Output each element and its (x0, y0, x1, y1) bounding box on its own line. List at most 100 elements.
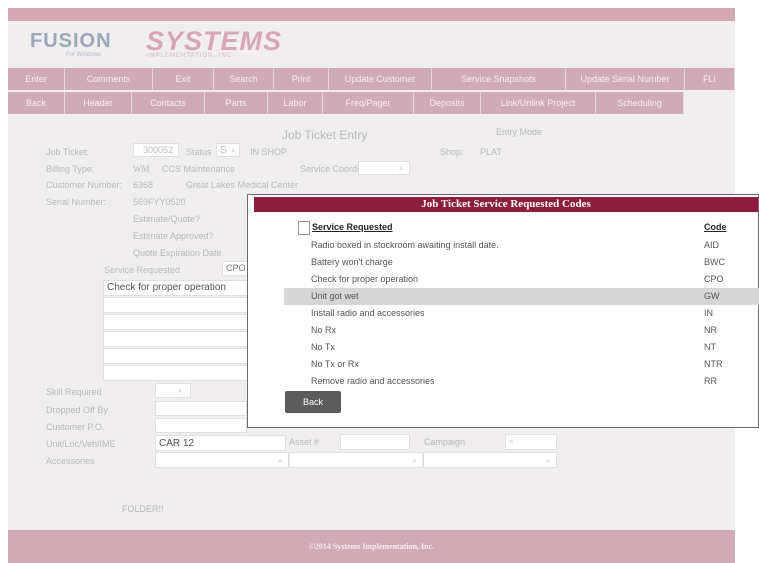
comments-button[interactable]: Comments (65, 68, 153, 90)
skill-required-label: Skill Required (46, 387, 102, 397)
code-row-selected[interactable]: Unit got wet GW (284, 288, 759, 305)
code-row-code: AID (704, 240, 720, 250)
systems-sub: IMPLEMENTATION, INC. (147, 53, 235, 59)
service-text-line-6[interactable] (103, 365, 250, 381)
folder-label: FOLDER!! (122, 504, 164, 514)
status-text: IN SHOP (250, 147, 288, 157)
code-row[interactable]: Radio boxed in stockroom awaiting instal… (284, 237, 759, 254)
customer-po-field[interactable] (155, 418, 247, 433)
code-row[interactable]: No Tx NT (284, 339, 759, 356)
shop-value: PLAT (480, 147, 502, 157)
service-requested-header: Service Requested (312, 222, 393, 232)
estimate-approved-label: Estimate Approved? (133, 231, 214, 241)
customer-po-label: Customer P.O. (46, 422, 105, 432)
code-row-desc: Check for proper operation (311, 274, 419, 284)
service-text-line-2[interactable] (103, 297, 250, 313)
customer-number-label: Customer Number: (46, 180, 123, 190)
parts-button[interactable]: Parts (205, 92, 268, 114)
deposits-button[interactable]: Deposits (414, 92, 481, 114)
code-row-code: NTR (704, 359, 723, 369)
job-ticket-label: Job Ticket: (46, 147, 90, 157)
code-row-code: BWC (704, 257, 725, 267)
code-row[interactable]: No Rx NR (284, 322, 759, 339)
back-button[interactable]: Back (285, 391, 341, 413)
accessories-field-1[interactable]: ⌕ (155, 452, 289, 468)
dropped-off-label: Dropped Off By (46, 405, 108, 415)
customer-name: Great Lakes Medical Center (186, 180, 299, 190)
service-requested-label: Service Requested (104, 265, 181, 275)
code-row[interactable]: Check for proper operation CPO (284, 271, 759, 288)
accessories-field-3[interactable]: ⌕ (423, 452, 557, 468)
service-text-line-3[interactable] (103, 314, 250, 330)
coordinator-search-icon[interactable]: ⌕ (399, 164, 403, 174)
status-field[interactable]: S ⌕ (216, 143, 240, 157)
form-title: Job Ticket Entry (282, 128, 368, 142)
update-serial-number-button[interactable]: Update Serial Number (566, 68, 685, 90)
fli-button[interactable]: FLI (685, 68, 735, 90)
customer-number: 6368 (133, 180, 154, 190)
dropped-off-field[interactable] (155, 401, 247, 416)
accessories-search-icon-2[interactable]: ⌕ (412, 456, 416, 466)
billing-type-label: Billing Type: (46, 164, 95, 174)
code-row[interactable]: No Tx or Rx NTR (284, 356, 759, 373)
service-snapshots-button[interactable]: Service Snapshots (432, 68, 566, 90)
asset-field[interactable] (340, 434, 410, 450)
billing-code: WM (133, 164, 150, 174)
status-label: Status (186, 147, 212, 157)
select-all-checkbox[interactable] (298, 221, 310, 235)
scheduling-button[interactable]: Scheduling (596, 92, 684, 114)
skill-required-field[interactable]: ⌕ (155, 383, 191, 398)
code-row-desc: Install radio and accessories (311, 308, 425, 318)
header-button[interactable]: Header (65, 92, 132, 114)
service-text-line-4[interactable] (103, 331, 250, 347)
accessories-field-2[interactable]: ⌕ (289, 452, 423, 468)
code-row-code: IN (704, 308, 713, 318)
code-row-code: GW (704, 291, 720, 301)
service-text-line-5[interactable] (103, 348, 250, 364)
service-text-line-1[interactable]: Check for proper operation (103, 280, 250, 296)
code-row[interactable]: Remove radio and accessories RR (284, 373, 759, 390)
code-row-desc: Unit got wet (311, 291, 359, 301)
link-unlink-project-button[interactable]: Link/Unlink Project (481, 92, 596, 114)
accessories-label: Accessories (46, 456, 95, 466)
fusion-sub: For Windows (66, 52, 102, 58)
unit-field[interactable]: CAR 12 (155, 435, 286, 451)
freq-pager-button[interactable]: Freq/Pager (323, 92, 414, 114)
contacts-button[interactable]: Contacts (132, 92, 205, 114)
status-search-icon[interactable]: ⌕ (231, 146, 235, 156)
estimate-label: Estimate/Quote? (133, 214, 201, 224)
campaign-field[interactable]: ⌕ (505, 434, 557, 450)
print-button[interactable]: Print (274, 68, 329, 90)
code-row-code: RR (704, 376, 717, 386)
skill-search-icon[interactable]: ⌕ (178, 386, 182, 396)
top-strip (8, 8, 735, 21)
entry-mode: Entry Mode (496, 127, 543, 137)
code-row-code: NR (704, 325, 717, 335)
accessories-search-icon-1[interactable]: ⌕ (278, 456, 282, 466)
accessories-search-icon-3[interactable]: ⌕ (546, 456, 550, 466)
shop-label: Shop: (440, 147, 464, 157)
campaign-search-icon[interactable]: ⌕ (509, 437, 513, 447)
code-row-desc: No Tx (311, 342, 335, 352)
code-row[interactable]: Battery won't charge BWC (284, 254, 759, 271)
enter-button[interactable]: Enter (8, 68, 65, 90)
code-row-desc: No Rx (311, 325, 337, 335)
coordinator-field[interactable]: ⌕ (358, 161, 410, 175)
code-row-desc: Remove radio and accessories (311, 376, 435, 386)
code-row-code: CPO (704, 274, 724, 284)
labor-button[interactable]: Labor (268, 92, 323, 114)
job-ticket-field[interactable]: 300052 (133, 143, 179, 157)
serial-number: 569FYY0520 (133, 197, 186, 207)
billing-text: CCS Maintenance (162, 164, 236, 174)
footer: ©2014 Systems Implementation, Inc. (8, 530, 735, 563)
code-row-desc: No Tx or Rx (311, 359, 359, 369)
unit-label: Unit/Loc/Veh/IME (46, 439, 116, 449)
search-button[interactable]: Search (214, 68, 274, 90)
quote-expiration-label: Quote Expiration Date (133, 248, 222, 258)
update-customer-button[interactable]: Update Customer (329, 68, 432, 90)
exit-button[interactable]: Exit (153, 68, 214, 90)
back-nav-button[interactable]: Back (8, 92, 65, 114)
code-row-desc: Radio boxed in stockroom awaiting instal… (311, 240, 499, 250)
code-header: Code (704, 222, 727, 232)
code-row[interactable]: Install radio and accessories IN (284, 305, 759, 322)
